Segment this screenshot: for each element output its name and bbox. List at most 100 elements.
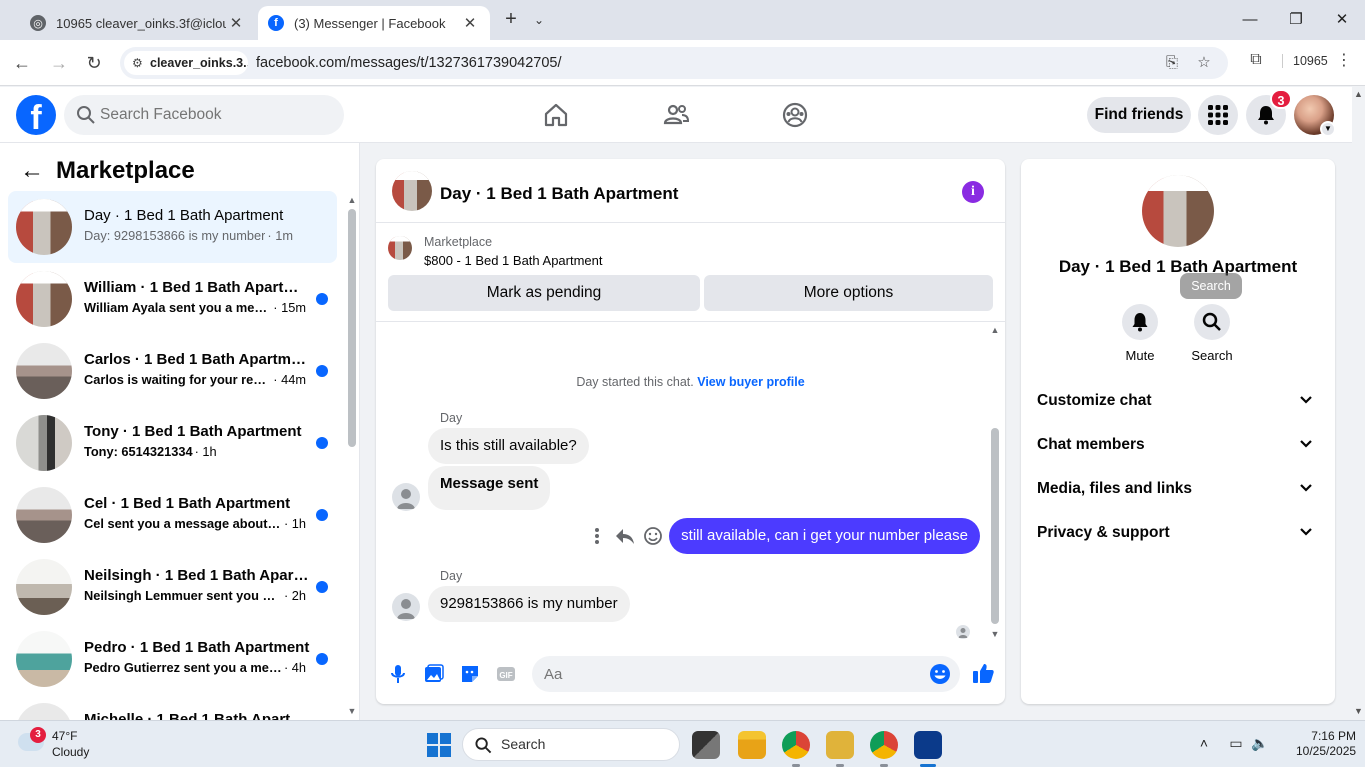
taskbar-search[interactable]: Search	[462, 728, 680, 761]
sticker-icon[interactable]	[459, 663, 481, 685]
chrome-profile-icon[interactable]	[782, 731, 810, 759]
conversation-item[interactable]: Neilsingh · 1 Bed 1 Bath Apart... Neilsi…	[8, 551, 337, 623]
home-icon[interactable]	[542, 101, 570, 129]
outgoing-message[interactable]: still available, can i get your number p…	[669, 518, 980, 554]
minimize-button[interactable]: —	[1227, 6, 1273, 34]
restore-button[interactable]: ❐	[1273, 6, 1319, 34]
contact-avatar[interactable]	[1142, 175, 1214, 247]
friends-icon[interactable]	[662, 101, 690, 129]
find-friends-button[interactable]: Find friends	[1087, 97, 1191, 133]
extensions-icon[interactable]: ⧉	[1244, 51, 1268, 75]
conversation-name: William · 1 Bed 1 Bath Apartme...	[84, 279, 310, 296]
page-scrollbar[interactable]: ▲ ▼	[1352, 87, 1365, 720]
customize-chat-section[interactable]: Customize chat	[1029, 379, 1327, 423]
emoji-icon[interactable]	[929, 663, 951, 685]
conversation-item[interactable]: William · 1 Bed 1 Bath Apartme... Willia…	[8, 263, 337, 335]
conversation-item[interactable]: Cel · 1 Bed 1 Bath Apartment Cel sent yo…	[8, 479, 337, 551]
forward-button[interactable]: →	[46, 50, 72, 76]
message-input-wrapper[interactable]	[532, 656, 960, 692]
incoming-message[interactable]: 9298153866 is my number	[428, 586, 630, 622]
back-arrow-icon[interactable]: ←	[20, 159, 44, 183]
photo-icon[interactable]	[423, 663, 445, 685]
facebook-search[interactable]	[64, 95, 344, 135]
chat-start-notice: Day started this chat. View buyer profil…	[376, 375, 1005, 389]
scrollbar-thumb[interactable]	[348, 209, 356, 447]
active-app-icon[interactable]	[914, 731, 942, 759]
listing-title[interactable]: $800 - 1 Bed 1 Bath Apartment	[424, 253, 603, 268]
new-tab-button[interactable]: +	[498, 8, 524, 32]
pane-title: Marketplace	[56, 157, 195, 184]
windows-start-icon[interactable]	[427, 733, 451, 757]
address-bar[interactable]: ⚙ cleaver_oinks.3... facebook.com/messag…	[120, 47, 1228, 79]
taskbar-search-label: Search	[501, 736, 546, 752]
weather-condition[interactable]: Cloudy	[52, 745, 89, 759]
conversation-item[interactable]: Pedro · 1 Bed 1 Bath Apartment Pedro Gut…	[8, 623, 337, 695]
close-tab-icon[interactable]: ✕	[226, 14, 246, 32]
more-actions-icon[interactable]	[587, 526, 607, 546]
back-button[interactable]: ←	[9, 50, 35, 76]
chat-scrollbar[interactable]: ▲ ▼	[989, 323, 1001, 641]
chrome-icon[interactable]	[870, 731, 898, 759]
mark-as-pending-button[interactable]: Mark as pending	[388, 275, 700, 311]
system-clock[interactable]: 7:16 PM 10/25/2025	[1296, 729, 1356, 759]
info-icon[interactable]: i	[962, 181, 984, 203]
conversation-list-scrollbar[interactable]: ▲ ▼	[346, 195, 358, 720]
scroll-down-arrow-icon[interactable]: ▼	[989, 629, 1001, 639]
install-app-icon[interactable]: ⎘	[1160, 51, 1184, 75]
conversation-item[interactable]: Michelle · 1 Bed 1 Bath Apartm...	[8, 695, 337, 720]
search-icon	[77, 106, 95, 124]
site-info-chip[interactable]: ⚙ cleaver_oinks.3...	[124, 51, 248, 75]
chevron-up-icon[interactable]: ˄	[1194, 735, 1214, 755]
scroll-up-arrow-icon[interactable]: ▲	[1352, 89, 1365, 99]
conversation-item[interactable]: Day · 1 Bed 1 Bath Apartment Day: 929815…	[8, 191, 337, 263]
account-caret-icon[interactable]: ▼	[1320, 121, 1336, 137]
xlaunch-icon[interactable]	[826, 731, 854, 759]
chat-title[interactable]: Day · 1 Bed 1 Bath Apartment	[440, 184, 678, 204]
scrollbar-thumb[interactable]	[991, 428, 999, 624]
scroll-down-arrow-icon[interactable]: ▼	[346, 706, 358, 716]
facebook-logo-icon[interactable]: f	[16, 95, 56, 135]
privacy-support-section[interactable]: Privacy & support	[1029, 511, 1327, 555]
thumbs-up-icon[interactable]	[971, 661, 995, 685]
network-icon[interactable]: ▭	[1226, 735, 1246, 755]
bookmark-star-icon[interactable]: ☆	[1192, 51, 1216, 75]
section-label: Privacy & support	[1037, 524, 1170, 541]
search-input[interactable]	[100, 95, 330, 135]
react-emoji-icon[interactable]	[643, 526, 663, 546]
scroll-up-arrow-icon[interactable]: ▲	[346, 195, 358, 205]
listing-banner: Marketplace $800 - 1 Bed 1 Bath Apartmen…	[376, 224, 1005, 322]
scroll-up-arrow-icon[interactable]: ▲	[989, 325, 1001, 335]
mute-button[interactable]: Mute	[1110, 304, 1170, 363]
microphone-icon[interactable]	[387, 663, 409, 685]
url-text[interactable]: facebook.com/messages/t/1327361739042705…	[256, 47, 562, 79]
file-explorer-icon[interactable]	[738, 731, 766, 759]
conversation-item[interactable]: Tony · 1 Bed 1 Bath Apartment Tony: 6514…	[8, 407, 337, 479]
conversation-item[interactable]: Carlos · 1 Bed 1 Bath Apartment Carlos i…	[8, 335, 337, 407]
weather-temperature[interactable]: 47°F	[52, 729, 77, 743]
menu-button[interactable]	[1198, 95, 1238, 135]
more-options-button[interactable]: More options	[704, 275, 993, 311]
media-files-links-section[interactable]: Media, files and links	[1029, 467, 1327, 511]
groups-icon[interactable]	[781, 101, 809, 129]
incoming-message[interactable]: Is this still available?	[428, 428, 589, 464]
tab-icloud[interactable]: ◎ 10965 cleaver_oinks.3f@icloud. ✕	[20, 6, 256, 40]
conversation-name: Neilsingh · 1 Bed 1 Bath Apart...	[84, 567, 310, 584]
close-window-button[interactable]: ✕	[1319, 6, 1365, 34]
scroll-down-arrow-icon[interactable]: ▼	[1352, 706, 1365, 716]
close-tab-icon[interactable]: ✕	[460, 14, 480, 32]
chat-members-section[interactable]: Chat members	[1029, 423, 1327, 467]
tab-messenger[interactable]: f (3) Messenger | Facebook ✕	[258, 6, 490, 40]
profile-label[interactable]: 10965	[1282, 54, 1328, 68]
incoming-message[interactable]: Message sent	[428, 466, 551, 510]
reply-icon[interactable]	[615, 526, 635, 546]
search-conversation-button[interactable]: Search	[1182, 304, 1242, 363]
reload-button[interactable]: ↻	[81, 50, 107, 76]
task-view-icon[interactable]	[692, 731, 720, 759]
message-input[interactable]	[544, 656, 914, 692]
volume-icon[interactable]: 🔈	[1250, 735, 1270, 755]
tab-search-menu-button[interactable]: ⌄	[528, 8, 550, 32]
gif-icon[interactable]: GIF	[495, 663, 517, 685]
browser-menu-icon[interactable]: ⋮	[1336, 50, 1352, 70]
view-buyer-profile-link[interactable]: View buyer profile	[697, 375, 804, 389]
chat-avatar[interactable]	[392, 171, 432, 211]
